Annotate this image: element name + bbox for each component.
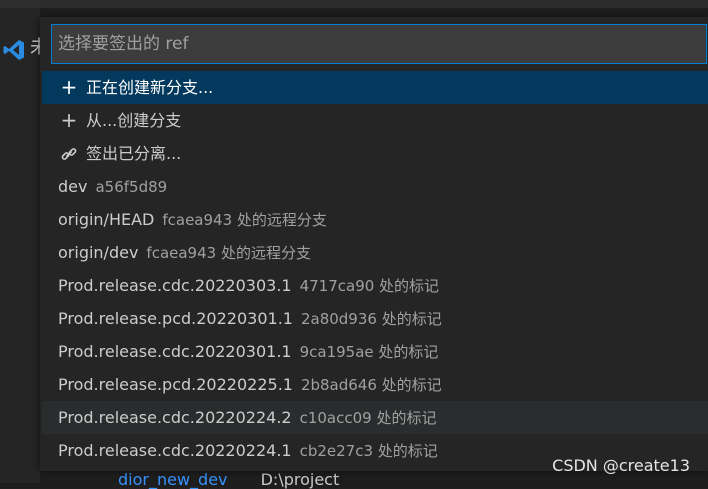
item-label: 签出已分离... [86, 144, 182, 163]
item-label: 从...创建分支 [86, 111, 182, 130]
create-branch-from-item[interactable]: + 从...创建分支 [42, 104, 708, 137]
background-project-row: dior_new_dev D:\project [118, 470, 339, 489]
link-icon [58, 137, 80, 170]
checkout-detached-item[interactable]: 签出已分离... [42, 137, 708, 170]
ref-item[interactable]: origin/dev fcaea943 处的远程分支 [42, 236, 708, 269]
title-bar [0, 0, 708, 8]
ref-name: Prod.release.pcd.20220225.1 [58, 375, 293, 394]
ref-name: Prod.release.cdc.20220301.1 [58, 342, 292, 361]
ref-detail: c10acc09 处的标记 [299, 409, 437, 427]
ref-item[interactable]: Prod.release.pcd.20220225.1 2b8ad646 处的标记 [42, 368, 708, 401]
csdn-watermark: CSDN @create13 [552, 456, 690, 475]
ref-detail: a56f5d89 [95, 178, 168, 196]
ref-name: origin/HEAD [58, 210, 155, 229]
item-label: 正在创建新分支... [86, 78, 214, 97]
background-branch-link[interactable]: dior_new_dev [118, 470, 228, 489]
ref-item[interactable]: dev a56f5d89 [42, 170, 708, 203]
ref-name: dev [58, 177, 88, 196]
ref-name: origin/dev [58, 243, 139, 262]
ref-item[interactable]: Prod.release.pcd.20220301.1 2a80d936 处的标记 [42, 302, 708, 335]
ref-item[interactable]: Prod.release.cdc.20220224.2 c10acc09 处的标记 [42, 401, 708, 434]
ref-name: Prod.release.cdc.20220224.1 [58, 441, 292, 460]
ref-detail: 2b8ad646 处的标记 [300, 376, 442, 394]
ref-detail: cb2e27c3 处的标记 [299, 442, 438, 460]
ref-detail: 2a80d936 处的标记 [300, 310, 442, 328]
plus-icon: + [60, 108, 78, 132]
ref-name: Prod.release.pcd.20220301.1 [58, 309, 293, 328]
ref-item[interactable]: origin/HEAD fcaea943 处的远程分支 [42, 203, 708, 236]
quick-pick-input-box [51, 24, 707, 64]
vscode-logo-icon [3, 40, 24, 60]
ref-name: Prod.release.cdc.20220224.2 [58, 408, 292, 427]
background-project-path: D:\project [260, 470, 340, 489]
activity-bar [0, 8, 40, 483]
create-branch-item[interactable]: + 正在创建新分支... [42, 71, 708, 104]
ref-search-input[interactable] [52, 25, 706, 63]
ref-detail: fcaea943 处的远程分支 [146, 244, 311, 262]
ref-detail: fcaea943 处的远程分支 [162, 211, 327, 229]
plus-icon: + [60, 75, 78, 99]
ref-detail: 9ca195ae 处的标记 [299, 343, 439, 361]
quick-pick-list: + 正在创建新分支... + 从...创建分支 签出已分离... dev a56f5d… [42, 71, 708, 467]
ref-item[interactable]: Prod.release.cdc.20220303.1 4717ca90 处的标记 [42, 269, 708, 302]
ref-item[interactable]: Prod.release.cdc.20220301.1 9ca195ae 处的标记 [42, 335, 708, 368]
ref-name: Prod.release.cdc.20220303.1 [58, 276, 292, 295]
quick-pick-widget: + 正在创建新分支... + 从...创建分支 签出已分离... dev a56f5d… [40, 17, 708, 471]
ref-detail: 4717ca90 处的标记 [299, 277, 440, 295]
